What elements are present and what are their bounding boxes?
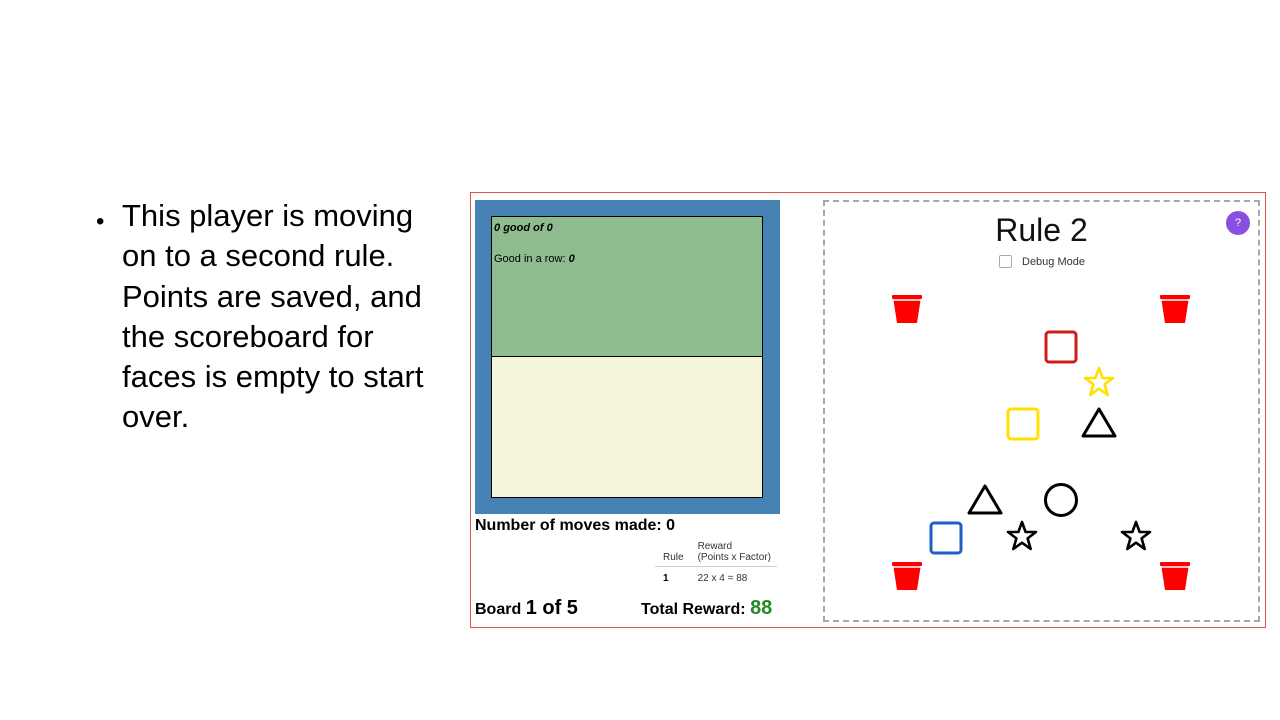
black-star-icon[interactable] [1004,519,1040,555]
app-screenshot: 0 good of 0 Good in a row: 0 Number of m… [470,192,1266,628]
black-star-icon[interactable] [1118,519,1154,555]
bucket-top-right-icon[interactable] [1159,292,1191,324]
good-count-text: 0 good of 0 [494,222,553,234]
reward-table-header: Rule Reward (Points x Factor) [655,539,777,567]
moves-made-value: 0 [666,517,676,534]
moves-made: Number of moves made: 0 [475,517,675,535]
good-in-a-row: Good in a row: 0 [494,253,575,265]
reward-table-header-rule: Rule [655,539,690,567]
good-total-value: 0 [546,222,553,234]
debug-mode-label: Debug Mode [1022,255,1085,268]
scoreboard: 0 good of 0 Good in a row: 0 [475,200,780,514]
good-count-value: 0 [494,222,501,234]
scoreboard-good-section: 0 good of 0 Good in a row: 0 [492,217,762,357]
scoreboard-inner: 0 good of 0 Good in a row: 0 [491,216,763,498]
total-reward-label: Total Reward: [641,601,746,618]
red-square-icon[interactable] [1044,330,1078,364]
bucket-bottom-left-icon[interactable] [891,559,923,591]
reward-row-rule: 1 [663,573,669,584]
total-reward-value: 88 [750,597,773,619]
black-circle-icon[interactable] [1043,482,1079,518]
game-board: Rule 2 Debug Mode ? [823,200,1260,622]
table-row: 1 22 x 4 = 88 [655,567,777,587]
help-button[interactable]: ? [1226,211,1250,235]
total-reward: Total Reward: 88 [641,597,772,620]
reward-row-value: 22 x 4 = 88 [697,573,748,584]
good-of-label: good of [503,222,544,234]
blue-square-icon[interactable] [929,521,963,555]
slide-bullet-text: This player is moving on to a second rul… [122,198,424,435]
board-counter-value: 1 of 5 [525,597,578,619]
bullet-dot-icon: • [96,208,105,235]
black-triangle-icon[interactable] [1080,405,1118,441]
reward-header-line2: (Points x Factor) [697,552,771,563]
reward-table: Rule Reward (Points x Factor) 1 22 x 4 =… [655,539,777,586]
black-triangle-icon[interactable] [966,482,1004,518]
bucket-bottom-right-icon[interactable] [1159,559,1191,591]
yellow-square-icon[interactable] [1006,407,1040,441]
board-counter-label: Board [475,601,522,618]
reward-table-header-reward: Reward (Points x Factor) [689,539,777,567]
moves-made-label: Number of moves made: [475,517,662,534]
yellow-star-icon[interactable] [1081,365,1117,401]
rule-title: Rule 2 [995,212,1088,248]
bucket-top-left-icon[interactable] [891,292,923,324]
reward-header-line1: Reward [697,541,733,552]
debug-mode-toggle[interactable]: Debug Mode [999,255,1085,268]
good-in-a-row-value: 0 [568,253,575,265]
debug-mode-checkbox[interactable] [999,255,1012,268]
board-counter: Board 1 of 5 [475,597,578,620]
good-in-a-row-label: Good in a row: [494,253,566,265]
